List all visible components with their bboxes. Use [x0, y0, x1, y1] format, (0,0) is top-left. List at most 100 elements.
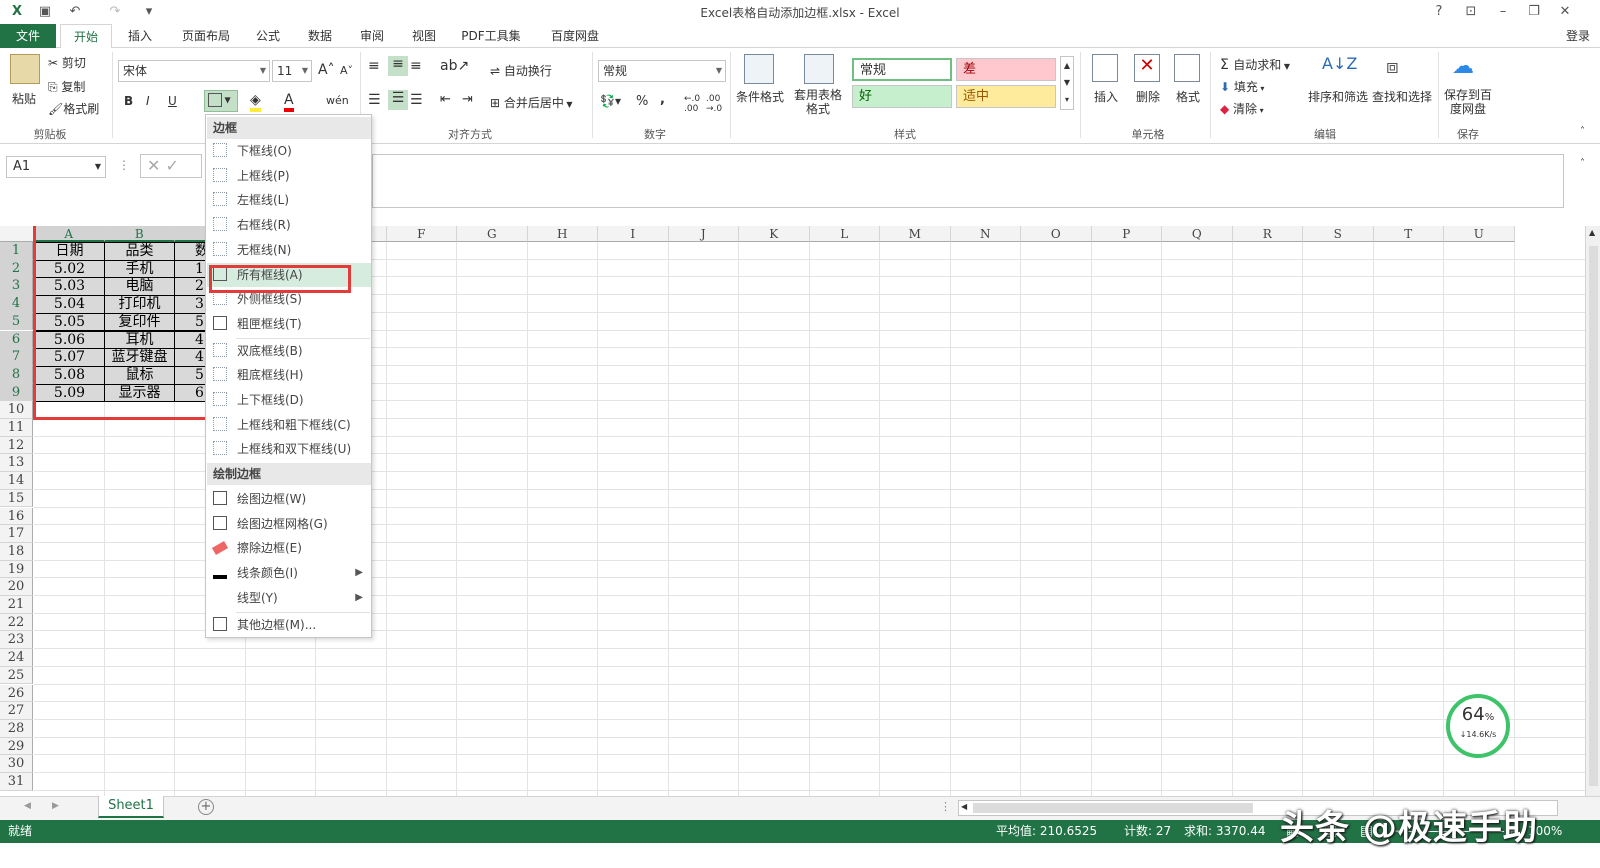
menu-item-bottom-border[interactable]: 下框线(O): [207, 139, 371, 163]
menu-item-top-thick-bottom-border[interactable]: 上框线和粗下框线(C): [207, 413, 371, 437]
scrollbar-thumb[interactable]: [1589, 246, 1598, 786]
align-center-icon[interactable]: ☰: [388, 90, 408, 110]
login-link[interactable]: 登录: [1560, 24, 1596, 48]
paste-icon[interactable]: [10, 54, 40, 84]
tab-pdf-tools[interactable]: PDF工具集: [456, 24, 526, 48]
row-header[interactable]: 31: [0, 773, 33, 791]
column-header[interactable]: Q: [1162, 226, 1233, 242]
menu-item-bottom-double-border[interactable]: 双底框线(B): [207, 339, 371, 363]
comma-icon[interactable]: ,: [660, 92, 665, 107]
tab-formulas[interactable]: 公式: [248, 24, 288, 48]
row-header[interactable]: 30: [0, 755, 33, 773]
fill-button[interactable]: ⬇ 填充 ▾: [1220, 78, 1264, 95]
menu-item-top-double-bottom-border[interactable]: 上框线和双下框线(U): [207, 437, 371, 461]
row-header[interactable]: 13: [0, 454, 33, 473]
column-header[interactable]: T: [1373, 226, 1444, 242]
row-header[interactable]: 16: [0, 507, 33, 526]
scroll-up-icon[interactable]: ▲: [1589, 228, 1595, 237]
column-header[interactable]: N: [950, 226, 1021, 242]
column-header[interactable]: U: [1444, 226, 1515, 242]
column-header[interactable]: G: [457, 226, 528, 242]
next-sheet-icon[interactable]: ▶: [52, 801, 59, 811]
row-header[interactable]: 18: [0, 542, 33, 561]
insert-button[interactable]: 插入: [1094, 88, 1118, 105]
align-left-icon[interactable]: ☰: [368, 92, 381, 108]
row-header[interactable]: 28: [0, 719, 33, 738]
bold-button[interactable]: B: [124, 94, 133, 108]
underline-button[interactable]: U: [168, 94, 177, 108]
decrease-decimal-icon[interactable]: .00 →.0: [706, 94, 722, 114]
menu-item-left-border[interactable]: 左框线(L): [207, 188, 371, 212]
add-sheet-icon[interactable]: +: [198, 799, 214, 815]
fill-color-icon[interactable]: ◈: [250, 92, 261, 112]
tab-data[interactable]: 数据: [300, 24, 340, 48]
row-header[interactable]: 19: [0, 560, 33, 579]
row-header[interactable]: 21: [0, 596, 33, 614]
phonetic-icon[interactable]: wén: [326, 94, 349, 107]
column-header[interactable]: J: [668, 226, 739, 242]
cut-button[interactable]: ✂ 剪切: [48, 54, 86, 71]
vertical-scrollbar[interactable]: ▲: [1585, 226, 1600, 796]
middle-align-icon[interactable]: ≡: [388, 56, 408, 76]
tab-baidu-netdisk[interactable]: 百度网盘: [540, 24, 610, 48]
bottom-align-icon[interactable]: ≡: [410, 58, 422, 74]
column-header[interactable]: H: [527, 226, 598, 242]
select-all-corner[interactable]: [0, 226, 34, 242]
paste-button[interactable]: 粘贴: [12, 90, 36, 107]
format-cells-icon[interactable]: [1174, 54, 1200, 82]
hscrollbar-thumb[interactable]: [973, 803, 1253, 813]
prev-sheet-icon[interactable]: ◀: [24, 801, 31, 811]
table-format-icon[interactable]: [804, 54, 834, 84]
menu-item-draw-border[interactable]: 绘图边框(W): [207, 487, 371, 511]
tab-home[interactable]: 开始: [60, 24, 112, 49]
menu-item-right-border[interactable]: 右框线(R): [207, 213, 371, 237]
delete-cells-icon[interactable]: ✕: [1134, 54, 1160, 82]
collapse-ribbon-icon[interactable]: ˄: [1580, 126, 1585, 137]
wrap-text-button[interactable]: ⇌ 自动换行: [490, 62, 552, 79]
sheet-tab-sheet1[interactable]: Sheet1: [98, 796, 164, 818]
font-size-combo[interactable]: 11 ▼: [272, 60, 312, 82]
row-header[interactable]: 12: [0, 436, 33, 455]
binoculars-icon[interactable]: ⧈: [1386, 54, 1399, 78]
tab-view[interactable]: 视图: [404, 24, 444, 48]
row-header[interactable]: 23: [0, 631, 33, 650]
column-header[interactable]: M: [880, 226, 951, 242]
row-header[interactable]: 27: [0, 702, 33, 720]
grow-font-icon[interactable]: A˄: [318, 62, 335, 78]
formula-input[interactable]: [372, 154, 1564, 208]
row-header[interactable]: 15: [0, 489, 33, 508]
italic-button[interactable]: I: [146, 94, 150, 108]
row-header[interactable]: 6: [0, 330, 33, 349]
restore-icon[interactable]: ❐: [1525, 3, 1543, 21]
increase-indent-icon[interactable]: ⇥: [462, 92, 473, 107]
borders-button[interactable]: ▼: [204, 90, 238, 112]
save-to-baidu-button[interactable]: 保存到百度网盘: [1444, 88, 1492, 116]
tab-page-layout[interactable]: 页面布局: [172, 24, 240, 48]
menu-item-top-border[interactable]: 上框线(P): [207, 164, 371, 188]
styles-scroll-icon[interactable]: ▲ ▼ ▾: [1060, 56, 1074, 110]
style-normal[interactable]: 常规: [852, 58, 952, 81]
scroll-left-icon[interactable]: ◀: [961, 802, 967, 811]
row-header[interactable]: 9: [0, 383, 33, 402]
row-header[interactable]: 20: [0, 578, 33, 596]
row-header[interactable]: 24: [0, 649, 33, 667]
expand-formula-icon[interactable]: ˄: [1580, 158, 1585, 169]
decrease-indent-icon[interactable]: ⇤: [440, 92, 451, 107]
row-header[interactable]: 7: [0, 348, 33, 366]
menu-item-thick-bottom-border[interactable]: 粗底框线(H): [207, 363, 371, 387]
format-painter-button[interactable]: 🖌格式刷: [48, 100, 99, 117]
align-right-icon[interactable]: ☰: [410, 92, 423, 108]
row-header[interactable]: 1: [0, 242, 33, 260]
row-header[interactable]: 2: [0, 259, 33, 278]
column-header[interactable]: P: [1091, 226, 1162, 242]
copy-button[interactable]: ⎘ 复制: [48, 78, 85, 95]
ribbon-display-icon[interactable]: ⊡: [1462, 3, 1480, 21]
number-format-combo[interactable]: 常规 ▼: [598, 60, 726, 82]
menu-item-top-bottom-border[interactable]: 上下框线(D): [207, 388, 371, 412]
menu-item-draw-border-grid[interactable]: 绘图边框网格(G): [207, 512, 371, 536]
autosum-button[interactable]: Σ 自动求和 ▼: [1220, 56, 1290, 73]
menu-item-no-border[interactable]: 无框线(N): [207, 238, 371, 262]
baidu-cloud-icon[interactable]: ☁: [1452, 54, 1474, 79]
style-good[interactable]: 好: [852, 85, 952, 108]
row-header[interactable]: 3: [0, 277, 33, 296]
